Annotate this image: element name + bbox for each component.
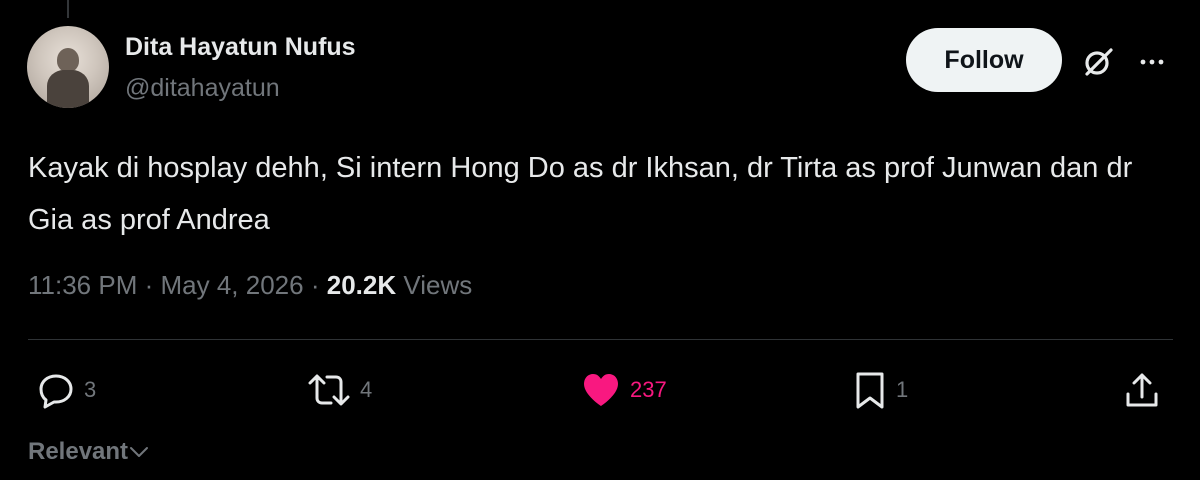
chevron-down-icon bbox=[130, 447, 149, 457]
heart-icon bbox=[584, 374, 618, 406]
thread-connector bbox=[67, 0, 69, 18]
repost-count: 4 bbox=[360, 377, 373, 402]
repost-button[interactable]: 4 bbox=[306, 370, 372, 410]
share-button[interactable] bbox=[1122, 370, 1162, 410]
sort-label: Relevant bbox=[28, 438, 129, 465]
bookmark-button[interactable]: 1 bbox=[852, 370, 908, 410]
author-display-name[interactable]: Dita Hayatun Nufus bbox=[125, 33, 356, 62]
grok-icon[interactable] bbox=[1080, 44, 1116, 80]
tweet-time[interactable]: 11:36 PM bbox=[28, 270, 137, 300]
divider bbox=[28, 339, 1173, 340]
like-count: 237 bbox=[630, 377, 667, 402]
repost-icon bbox=[308, 374, 350, 406]
bookmark-count: 1 bbox=[896, 377, 909, 402]
author-handle[interactable]: @ditahayatun bbox=[125, 74, 280, 103]
reply-icon bbox=[39, 374, 73, 409]
tweet-date[interactable]: May 4, 2026 bbox=[161, 270, 304, 300]
reply-button[interactable]: 3 bbox=[36, 370, 96, 410]
avatar-figure-body bbox=[47, 70, 89, 108]
like-button[interactable]: 237 bbox=[580, 370, 667, 410]
tweet-meta: 11:36 PM · May 4, 2026 · 20.2K Views bbox=[28, 270, 472, 301]
meta-separator: · bbox=[310, 270, 320, 300]
more-icon[interactable] bbox=[1137, 47, 1167, 77]
avatar-figure-head bbox=[57, 48, 79, 72]
follow-button[interactable]: Follow bbox=[906, 28, 1062, 92]
meta-separator: · bbox=[144, 270, 154, 300]
sort-dropdown[interactable]: Relevant bbox=[28, 438, 150, 466]
views-count: 20.2K bbox=[326, 270, 397, 300]
share-icon bbox=[1126, 373, 1158, 407]
avatar[interactable] bbox=[27, 26, 109, 108]
bookmark-icon bbox=[856, 372, 884, 409]
views-label: Views bbox=[403, 270, 473, 300]
tweet-text: Kayak di hosplay dehh, Si intern Hong Do… bbox=[28, 152, 1133, 236]
reply-count: 3 bbox=[84, 377, 97, 402]
